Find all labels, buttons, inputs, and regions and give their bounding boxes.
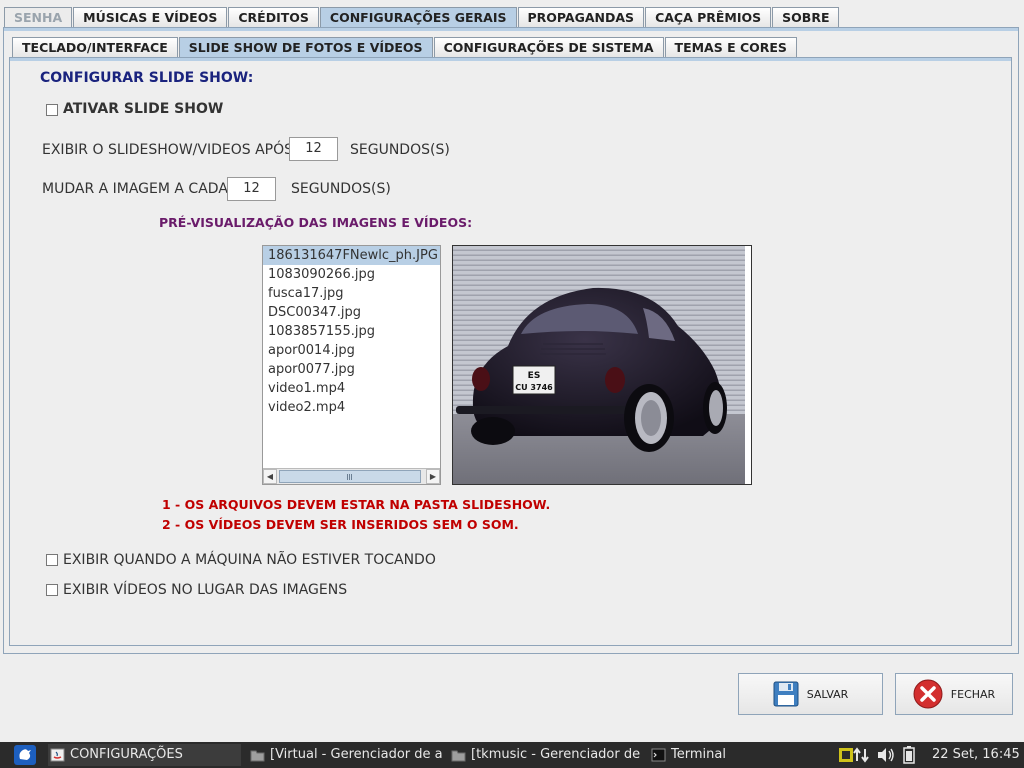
videos-instead-checkbox[interactable] [46,584,58,596]
scroll-left-icon[interactable]: ◀ [263,469,277,484]
tab-caca-premios[interactable]: CAÇA PRÊMIOS [645,7,772,27]
activate-slideshow-label: ATIVAR SLIDE SHOW [63,101,224,117]
task-label: CONFIGURAÇÕES [70,747,183,762]
tab-temas-e-cores[interactable]: TEMAS E CORES [664,37,797,57]
show-after-unit: SEGUNDOS(S) [350,142,450,158]
task-tkmusic-file-manager[interactable]: [tkmusic - Gerenciador de ... [449,744,642,766]
preview-title: PRÉ-VISUALIZAÇÃO DAS IMAGENS E VÍDEOS: [159,215,473,230]
save-button-label: SALVAR [806,687,849,701]
tab-creditos[interactable]: CRÉDITOS [228,7,319,27]
start-menu-icon[interactable] [14,745,36,765]
car-photo: ES CU 3746 [453,246,751,484]
task-terminal[interactable]: Terminal [649,744,833,766]
note-slideshow-folder: 1 - OS ARQUIVOS DEVEM ESTAR NA PASTA SLI… [162,497,551,512]
panel-accent-stripe [4,28,1018,31]
list-item[interactable]: 186131647FNewlc_ph.JPG [263,246,440,265]
task-virtual-file-manager[interactable]: [Virtual - Gerenciador de ar... [248,744,442,766]
subpanel-accent-stripe [10,58,1011,61]
scroll-thumb[interactable] [279,470,421,483]
change-image-seconds-input[interactable]: 12 [227,177,276,201]
list-item[interactable]: apor0014.jpg [263,341,440,360]
main-tab-bar: SENHA MÚSICAS E VÍDEOS CRÉDITOS CONFIGUR… [4,7,840,28]
tab-teclado-interface[interactable]: TECLADO/INTERFACE [12,37,178,57]
close-button[interactable]: FECHAR [895,673,1013,715]
scroll-right-icon[interactable]: ▶ [426,469,440,484]
idle-display-checkbox[interactable] [46,554,58,566]
close-icon [913,679,943,709]
tab-slide-show[interactable]: SLIDE SHOW DE FOTOS E VÍDEOS [178,37,433,58]
idle-display-label: EXIBIR QUANDO A MÁQUINA NÃO ESTIVER TOCA… [63,552,436,568]
taskbar: CONFIGURAÇÕES [Virtual - Gerenciador de … [0,742,1024,768]
tab-senha[interactable]: SENHA [4,7,73,27]
file-list[interactable]: 186131647FNewlc_ph.JPG 1083090266.jpg fu… [262,245,441,485]
image-preview: ES CU 3746 [452,245,752,485]
videos-instead-label: EXIBIR VÍDEOS NO LUGAR DAS IMAGENS [63,582,348,598]
horizontal-scrollbar[interactable]: ◀ ▶ [263,468,440,484]
floppy-disk-icon [773,681,799,707]
tab-configuracoes-de-sistema[interactable]: CONFIGURAÇÕES DE SISTEMA [433,37,664,57]
tab-configuracoes-gerais[interactable]: CONFIGURAÇÕES GERAIS [319,7,517,28]
tab-sobre[interactable]: SOBRE [772,7,840,27]
change-image-unit: SEGUNDOS(S) [291,181,391,197]
network-icon[interactable] [852,747,870,763]
task-configuracoes[interactable]: CONFIGURAÇÕES [48,744,241,766]
list-item[interactable]: 1083090266.jpg [263,265,440,284]
activate-slideshow-checkbox[interactable] [46,104,58,116]
terminal-icon [651,748,666,762]
list-item[interactable]: apor0077.jpg [263,360,440,379]
show-after-seconds-input[interactable]: 12 [289,137,338,161]
list-item[interactable]: 1083857155.jpg [263,322,440,341]
tab-musicas-e-videos[interactable]: MÚSICAS E VÍDEOS [73,7,228,27]
task-label: Terminal [671,747,726,762]
folder-icon [451,750,466,762]
save-button[interactable]: SALVAR [738,673,883,715]
list-item[interactable]: video1.mp4 [263,379,440,398]
change-image-label: MUDAR A IMAGEM A CADA [42,181,228,197]
list-item[interactable]: fusca17.jpg [263,284,440,303]
list-item[interactable]: video2.mp4 [263,398,440,417]
plate-line-2: CU 3746 [515,383,553,392]
plate-line-1: ES [528,371,541,381]
note-videos-no-sound: 2 - OS VÍDEOS DEVEM SER INSERIDOS SEM O … [162,517,519,532]
tab-propagandas[interactable]: PROPAGANDAS [517,7,645,27]
task-label: [Virtual - Gerenciador de ar... [270,747,442,762]
sub-tab-bar: TECLADO/INTERFACE SLIDE SHOW DE FOTOS E … [12,37,798,58]
java-app-icon [50,748,65,762]
volume-icon[interactable] [876,747,896,763]
clock[interactable]: 22 Set, 16:45 [932,742,1020,768]
show-after-label: EXIBIR O SLIDESHOW/VIDEOS APÓS [42,142,293,158]
list-item[interactable]: DSC00347.jpg [263,303,440,322]
close-button-label: FECHAR [950,687,996,701]
task-label: [tkmusic - Gerenciador de ... [471,747,642,762]
section-title: CONFIGURAR SLIDE SHOW: [40,70,254,86]
folder-icon [250,750,265,762]
battery-icon[interactable] [903,746,915,764]
